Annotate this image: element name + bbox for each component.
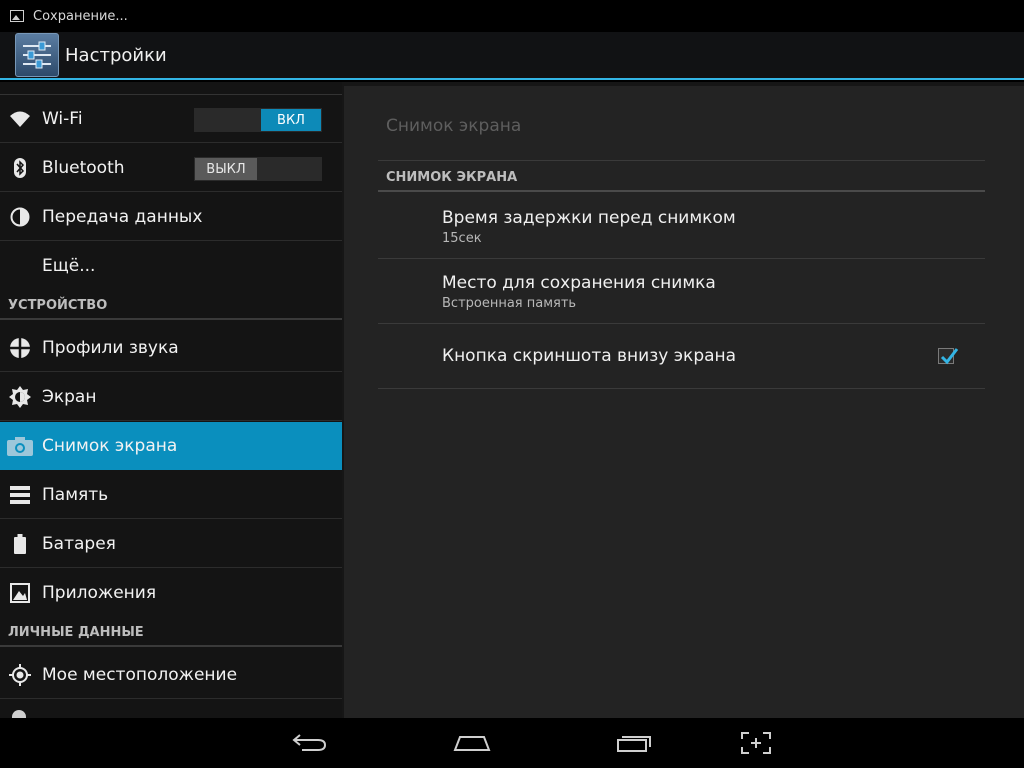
settings-list[interactable]: Wi-Fi ВКЛ Bluetooth ВЫКЛ Передача данных… (0, 82, 342, 718)
detail-title: Снимок экрана (386, 116, 522, 136)
sidebar-item-data-usage[interactable]: Передача данных (0, 193, 342, 241)
sidebar-item-label: Снимок экрана (42, 435, 178, 456)
sidebar-item-more[interactable]: Ещё... (0, 242, 342, 290)
pref-summary: Встроенная память (442, 296, 577, 311)
screenshot-button-checkbox[interactable] (938, 348, 959, 365)
sidebar-item-storage[interactable]: Память (0, 471, 342, 519)
pref-title: Кнопка скриншота внизу экрана (442, 346, 737, 366)
content-area: Wi-Fi ВКЛ Bluetooth ВЫКЛ Передача данных… (0, 82, 1024, 718)
back-icon (292, 734, 327, 751)
pref-save-location[interactable]: Место для сохранения снимка Встроенная п… (442, 273, 716, 311)
battery-icon (7, 531, 33, 557)
page-title: Настройки (65, 44, 167, 66)
sound-profiles-icon (7, 335, 33, 361)
sidebar-item-label: Bluetooth (42, 157, 125, 178)
sidebar-item-apps[interactable]: Приложения (0, 569, 342, 617)
back-button[interactable] (288, 730, 332, 756)
section-header-personal: ЛИЧНЫЕ ДАННЫЕ (0, 619, 342, 647)
toggle-on-label: ВКЛ (261, 109, 321, 131)
pref-summary: 15сек (442, 231, 482, 246)
bluetooth-toggle[interactable]: ВЫКЛ (194, 157, 322, 181)
pref-screenshot-delay[interactable]: Время задержки перед снимком 15сек (442, 208, 736, 246)
wifi-icon (7, 106, 33, 132)
sidebar-item-label: Профили звука (42, 337, 179, 358)
pref-screenshot-button[interactable]: Кнопка скриншота внизу экрана (442, 346, 736, 366)
toggle-off-label: ВЫКЛ (195, 158, 257, 180)
system-nav-bar (0, 718, 1024, 768)
storage-icon (7, 482, 33, 508)
sidebar-item-label: Память (42, 484, 109, 505)
status-notification-text: Сохранение... (33, 8, 128, 24)
action-bar: Настройки (0, 32, 1024, 80)
home-button[interactable] (450, 730, 494, 756)
data-usage-icon (7, 204, 33, 230)
bluetooth-icon (7, 155, 33, 181)
check-icon (940, 348, 959, 365)
divider (378, 388, 985, 389)
divider (378, 190, 985, 192)
sidebar-item-label: Передача данных (42, 206, 203, 227)
sidebar-item-screenshot[interactable]: Снимок экрана (0, 422, 342, 470)
sidebar-item-label: Wi-Fi (42, 108, 83, 129)
sidebar-item-label: Приложения (42, 583, 157, 603)
camera-icon (7, 433, 33, 459)
wifi-toggle[interactable]: ВКЛ (194, 108, 322, 132)
sidebar-item-label: Ещё... (42, 256, 96, 276)
home-icon (453, 736, 491, 751)
display-icon (7, 384, 33, 410)
sidebar-item-battery[interactable]: Батарея (0, 520, 342, 568)
location-icon (7, 662, 33, 688)
divider (378, 323, 985, 324)
image-icon (10, 10, 24, 22)
partial-item-icon (12, 710, 26, 718)
sidebar-item-location[interactable]: Мое местоположение (0, 651, 342, 699)
sidebar-item-sound-profiles[interactable]: Профили звука (0, 324, 342, 372)
section-header-device: УСТРОЙСТВО (0, 292, 342, 320)
pref-title: Время задержки перед снимком (442, 208, 736, 228)
divider (378, 160, 985, 161)
divider (378, 258, 985, 259)
apps-icon (7, 580, 33, 606)
detail-section-header: СНИМОК ЭКРАНА (386, 170, 518, 185)
recents-button[interactable] (612, 730, 656, 756)
screenshot-icon (741, 732, 771, 754)
sidebar-item-bluetooth[interactable]: Bluetooth ВЫКЛ (0, 144, 342, 192)
sidebar-item-label: Мое местоположение (42, 664, 238, 685)
status-bar: Сохранение... (0, 0, 1024, 32)
screenshot-button[interactable] (734, 730, 778, 756)
sidebar-item-label: Батарея (42, 533, 116, 554)
pref-title: Место для сохранения снимка (442, 273, 716, 293)
sidebar-item-wifi[interactable]: Wi-Fi ВКЛ (0, 95, 342, 143)
settings-sliders-icon[interactable] (15, 33, 59, 77)
recents-icon (617, 736, 651, 752)
sidebar-item-display[interactable]: Экран (0, 373, 342, 421)
sidebar-item-label: Экран (42, 386, 97, 407)
detail-pane: Снимок экрана СНИМОК ЭКРАНА Время задерж… (344, 86, 1024, 718)
